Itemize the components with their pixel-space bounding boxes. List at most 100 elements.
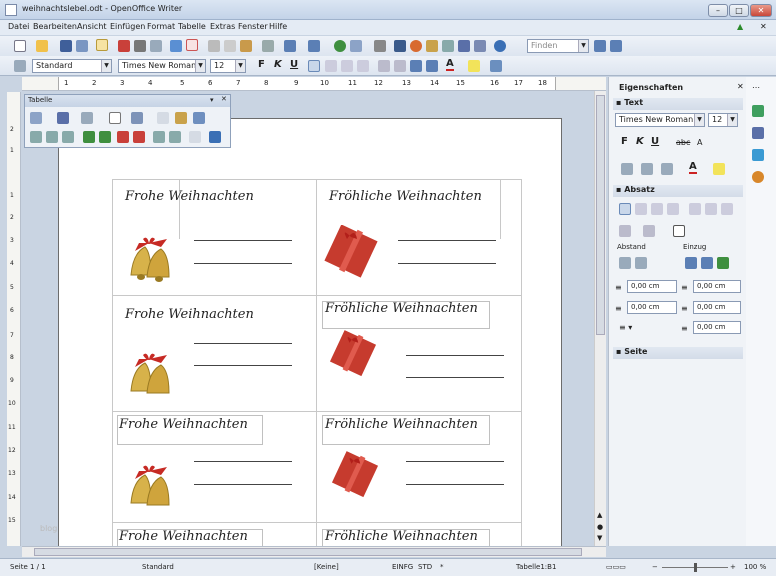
bold-icon[interactable]: F [258, 59, 265, 70]
find-next-icon[interactable] [594, 40, 606, 52]
select-cell-icon[interactable] [169, 131, 181, 143]
menu-einfuegen[interactable]: Einfügen [110, 22, 145, 31]
insert-column-icon[interactable] [99, 131, 111, 143]
menu-extras[interactable]: Extras [210, 22, 235, 31]
styles-deck-icon[interactable] [752, 127, 764, 139]
sidebar-bullets-icon[interactable] [619, 225, 631, 237]
navigator-deck-icon[interactable] [752, 171, 764, 183]
superscript-icon[interactable] [621, 163, 633, 175]
bells-image[interactable] [121, 453, 181, 513]
zoom-in-icon[interactable]: + [730, 563, 736, 571]
view-layout-icons[interactable]: ▭▭▭ [606, 563, 626, 571]
styles-icon[interactable] [14, 60, 26, 72]
prev-page-icon[interactable]: ▲ [597, 511, 602, 519]
align-left-icon[interactable] [308, 60, 320, 72]
sidebar-indent-decrease-icon[interactable] [701, 257, 713, 269]
maximize-button[interactable]: □ [729, 4, 749, 17]
menu-datei[interactable]: Datei [8, 22, 29, 31]
increase-indent-icon[interactable] [426, 60, 438, 72]
menu-bearbeiten[interactable]: Bearbeiten [33, 22, 77, 31]
document-page[interactable]: Frohe Weihnachten Fröhliche Weihnachten … [58, 118, 562, 549]
delete-row-icon[interactable] [117, 131, 129, 143]
sidebar-numbering-icon[interactable] [643, 225, 655, 237]
status-language[interactable]: [Keine] [314, 563, 339, 571]
zoom-out-icon[interactable]: − [652, 563, 658, 571]
find-prev-icon[interactable] [610, 40, 622, 52]
border-color-icon[interactable] [81, 112, 93, 124]
minimize-button[interactable]: – [708, 4, 728, 17]
italic-icon[interactable]: K [274, 59, 282, 70]
align-right-icon[interactable] [341, 60, 353, 72]
delete-column-icon[interactable] [133, 131, 145, 143]
autospell-icon[interactable] [186, 39, 198, 51]
bullets-icon[interactable] [394, 60, 406, 72]
sidebar-underline-icon[interactable]: U [651, 136, 659, 147]
align-bottom-icon[interactable] [62, 131, 74, 143]
status-selection-mode[interactable]: STD [418, 563, 432, 571]
label-text[interactable]: Fröhliche Weihnachten [329, 189, 482, 204]
sidebar-italic-icon[interactable]: K [636, 136, 644, 147]
horizontal-scrollbar[interactable] [22, 546, 606, 557]
menu-ansicht[interactable]: Ansicht [77, 22, 107, 31]
font-color-icon[interactable]: A [446, 58, 454, 71]
status-zoom[interactable]: 100 % [744, 563, 766, 571]
sidebar-justify-icon[interactable] [667, 203, 679, 215]
vertical-ruler[interactable]: 2 1 1 2 3 4 5 6 7 8 9 10 11 12 13 14 15 [7, 92, 21, 546]
formatting-marks-icon[interactable] [458, 40, 470, 52]
zoom-icon[interactable] [474, 40, 486, 52]
font-size-select[interactable]: 12 ▼ [210, 59, 246, 73]
gallery-deck-icon[interactable] [752, 149, 764, 161]
sidebar-align-left-icon[interactable] [619, 203, 631, 215]
pdf-icon[interactable] [118, 40, 130, 52]
background-fill-icon[interactable] [131, 112, 143, 124]
tabelle-toolbar-header[interactable]: Tabelle ▾ ✕ [25, 95, 230, 107]
justify-icon[interactable] [357, 60, 369, 72]
subscript-icon[interactable] [641, 163, 653, 175]
spacing-icon[interactable] [661, 163, 673, 175]
insert-row-icon[interactable] [83, 131, 95, 143]
bells-image[interactable] [121, 341, 181, 401]
open-icon[interactable] [36, 40, 48, 52]
label-text[interactable]: Frohe Weihnachten [125, 307, 254, 322]
format-paintbrush-icon[interactable] [262, 40, 274, 52]
status-style[interactable]: Standard [142, 563, 174, 571]
label-text[interactable]: Frohe Weihnachten [125, 189, 254, 204]
close-doc-icon[interactable]: ✕ [760, 22, 767, 31]
optimize-icon[interactable] [193, 112, 205, 124]
paragraph-bg-icon[interactable] [673, 225, 685, 237]
gift-image[interactable] [327, 329, 379, 379]
highlight-icon[interactable] [468, 60, 480, 72]
align-center-icon[interactable] [325, 60, 337, 72]
scroll-thumb[interactable] [596, 95, 605, 335]
zoom-slider-thumb[interactable] [694, 563, 697, 572]
update-icon[interactable]: ▲ [737, 22, 743, 31]
numbering-icon[interactable] [378, 60, 390, 72]
print-icon[interactable] [134, 40, 146, 52]
shadow-icon[interactable]: A [697, 138, 702, 147]
save-icon[interactable] [60, 40, 72, 52]
insert-table-icon[interactable] [30, 112, 42, 124]
hanging-indent-icon[interactable] [717, 257, 729, 269]
next-page-icon[interactable]: ▼ [597, 534, 602, 542]
close-button[interactable]: ✕ [750, 4, 772, 17]
sidebar-align-right-icon[interactable] [651, 203, 663, 215]
help-icon[interactable] [494, 40, 506, 52]
datasources-icon[interactable] [426, 40, 438, 52]
sidebar-bold-icon[interactable]: F [621, 136, 628, 147]
undo-icon[interactable] [284, 40, 296, 52]
gift-image[interactable] [329, 447, 381, 503]
first-line-indent-input[interactable]: 0,00 cm [693, 321, 741, 334]
split-cells-icon[interactable] [175, 112, 187, 124]
preview-icon[interactable] [150, 40, 162, 52]
sidebar-font-color-icon[interactable]: A [689, 161, 697, 174]
label-text[interactable]: Fröhliche Weihnachten [325, 301, 478, 316]
align-middle-icon[interactable] [46, 131, 58, 143]
before-indent-input[interactable]: 0,00 cm [693, 280, 741, 293]
decrease-indent-icon[interactable] [410, 60, 422, 72]
menu-tabelle[interactable]: Tabelle [178, 22, 206, 31]
cut-icon[interactable] [208, 40, 220, 52]
label-text[interactable]: Fröhliche Weihnachten [325, 417, 478, 432]
decrease-spacing-icon[interactable] [635, 257, 647, 269]
align-top-icon[interactable] [30, 131, 42, 143]
status-page[interactable]: Seite 1 / 1 [10, 563, 46, 571]
